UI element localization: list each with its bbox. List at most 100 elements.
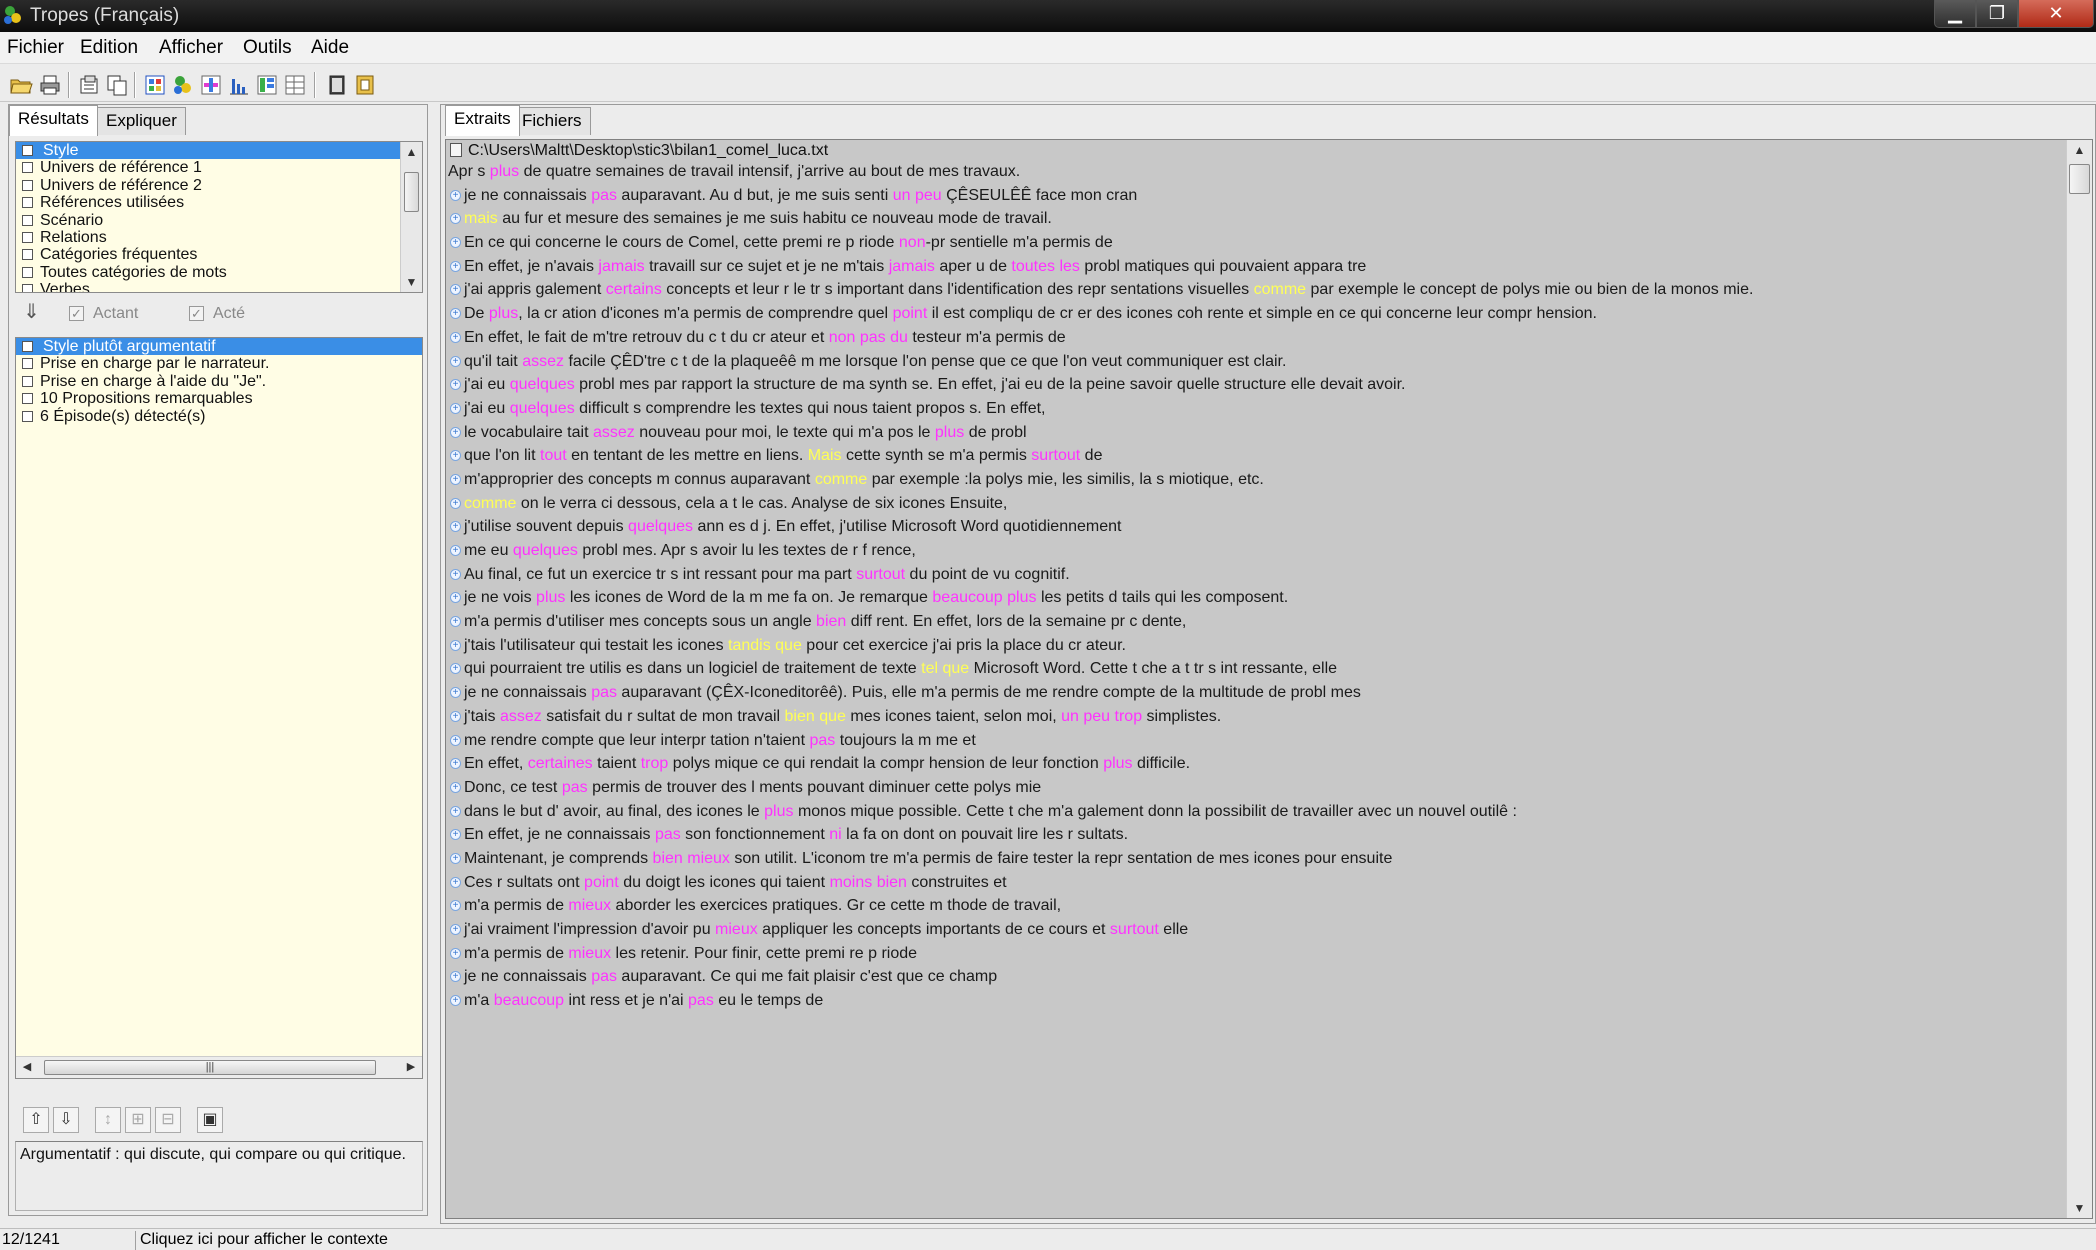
checkbox-icon[interactable] [22,375,33,387]
tab-extraits[interactable]: Extraits [445,105,520,136]
expand-context-icon[interactable]: + [450,545,461,556]
extract-line[interactable]: + je ne connaissais pas auparavant (ÇÊX-I… [446,682,2066,706]
table-view-icon[interactable] [282,72,306,96]
expand-context-icon[interactable]: + [450,308,461,320]
expand-context-icon[interactable]: + [450,331,461,343]
results-list-item[interactable]: Univers de référence 2 [16,177,422,194]
extract-line[interactable]: + comme on le verra ci dessous, cela a t … [446,493,2066,517]
checkbox-icon[interactable] [22,231,33,243]
close-button[interactable]: ✕ [2018,0,2094,28]
actors-graph-icon[interactable] [254,72,278,96]
extract-line[interactable]: + En effet, le fait de m'tre retrouv du c… [446,327,2066,351]
extract-line[interactable]: + je ne connaissais pas auparavant. Au d … [446,185,2066,209]
checkbox-icon[interactable] [22,249,33,261]
menu-afficher[interactable]: Afficher [159,37,223,59]
expand-context-icon[interactable]: + [450,426,461,438]
extract-line[interactable]: + En ce qui concerne le cours de Comel, c… [446,232,2066,256]
expand-context-icon[interactable]: + [450,355,461,367]
extract-line[interactable]: + En effet, je ne connaissais pas son fon… [446,824,2066,848]
minimize-button[interactable]: ▁ [1934,0,1976,28]
expand-context-icon[interactable]: + [450,805,461,817]
expand-context-icon[interactable]: + [450,758,461,770]
extract-line[interactable]: + Au final, ce fut un exercice tr s int r… [446,564,2066,588]
expand-context-icon[interactable]: + [450,924,461,935]
extract-line[interactable]: + dans le but d' avoir, au final, des ico… [446,801,2066,825]
results-list-item[interactable]: Références utilisées [16,194,422,211]
bar-chart-icon[interactable] [226,72,250,96]
expand-context-icon[interactable]: + [450,734,461,746]
checkbox-icon[interactable] [22,393,33,405]
scroll-thumb[interactable]: ||| [44,1060,376,1075]
expand-icon[interactable]: ⊞ [125,1107,151,1133]
scroll-up-icon[interactable]: ▲ [401,142,422,162]
extract-line[interactable]: + j'tais assez satisfait du r sultat de m… [446,706,2066,730]
expand-context-icon[interactable]: + [450,473,461,485]
checkbox-icon[interactable] [22,410,33,422]
scroll-down-icon[interactable]: ▼ [2067,1198,2092,1218]
results-list-item[interactable]: Scénario [16,212,422,229]
results-list-item[interactable]: Toutes catégories de mots [16,264,422,281]
extract-line[interactable]: + m'a beaucoup int ress et je n'ai pas eu… [446,990,2066,1014]
extract-line[interactable]: + me eu quelques probl mes. Apr s avoir l… [446,540,2066,564]
expand-context-icon[interactable]: + [450,995,461,1007]
expand-context-icon[interactable]: + [450,568,461,580]
extract-line[interactable]: + En effet, certaines taient trop polys m… [446,753,2066,777]
maximize-button[interactable]: ❐ [1976,0,2018,28]
expand-context-icon[interactable]: + [450,521,461,533]
open-folder-icon[interactable] [8,72,33,96]
extract-line[interactable]: + j'ai appris galement certains concepts … [446,279,2066,303]
scroll-thumb[interactable] [404,172,419,212]
extract-line[interactable]: + Maintenant, je comprends bien mieux son… [446,848,2066,872]
dictionary-icon[interactable] [352,72,376,96]
menu-outils[interactable]: Outils [243,37,292,59]
extracts-area[interactable]: C:\Users\Maltt\Desktop\stic3\bilan1_come… [445,139,2093,1219]
properties-icon[interactable] [76,72,100,96]
extract-line[interactable]: Apr s plus de quatre semaines de travail… [446,161,2066,185]
checkbox-icon[interactable] [22,266,33,278]
style-list-item[interactable]: Prise en charge par le narrateur. [16,355,422,372]
expand-context-icon[interactable]: + [450,284,461,296]
extracts-scrollbar[interactable]: ▲ ▼ [2066,140,2092,1218]
tab-fichiers[interactable]: Fichiers [513,107,591,135]
extract-line[interactable]: + m'a permis d'utiliser mes concepts sous… [446,611,2066,635]
expand-context-icon[interactable]: + [450,402,461,414]
copy-icon[interactable] [104,72,128,96]
extract-line[interactable]: + En effet, je n'avais jamais travaill su… [446,256,2066,280]
menu-fichier[interactable]: Fichier [7,37,64,59]
extract-line[interactable]: + mais au fur et mesure des semaines je m… [446,208,2066,232]
expand-context-icon[interactable]: + [450,189,461,201]
style-list-item[interactable]: Style plutôt argumentatif [16,338,422,356]
extract-line[interactable]: + me rendre compte que leur interpr tatio… [446,730,2066,754]
results-list-item[interactable]: Univers de référence 1 [16,159,422,176]
grid-view-icon[interactable] [142,72,166,96]
expand-context-icon[interactable]: + [450,710,461,722]
arrow-down-icon[interactable]: ⇓ [23,299,40,324]
extract-line[interactable]: + je ne connaissais pas auparavant. Ce qu… [446,966,2066,990]
expand-context-icon[interactable]: + [450,260,461,272]
checkbox-icon[interactable] [22,214,33,226]
checkbox-icon[interactable] [22,284,33,292]
results-list-item[interactable]: Relations [16,229,422,246]
extract-line[interactable]: + que l'on lit tout en tentant de les met… [446,445,2066,469]
collapse-icon[interactable]: ⊟ [155,1107,181,1133]
extract-line[interactable]: + j'ai eu quelques probl mes par rapport … [446,374,2066,398]
results-list-item[interactable]: Style [16,142,422,160]
acte-checkbox[interactable]: ✓ [189,306,204,321]
style-list-item[interactable]: 6 Épisode(s) détecté(s) [16,408,422,425]
extract-line[interactable]: + le vocabulaire tait assez nouveau pour … [446,422,2066,446]
expand-context-icon[interactable]: + [450,450,461,462]
extract-line[interactable]: + j'utilise souvent depuis quelques ann e… [446,516,2066,540]
actant-checkbox[interactable]: ✓ [69,306,84,321]
expand-context-icon[interactable]: + [450,237,461,249]
menu-edition[interactable]: Edition [80,37,138,59]
expand-context-icon[interactable]: + [450,781,461,793]
expand-context-icon[interactable]: + [450,876,461,888]
expand-context-icon[interactable]: + [450,379,461,391]
print-icon[interactable] [37,72,61,96]
extract-line[interactable]: + qu'il tait assez facile ÇÊD'tre c t de … [446,351,2066,375]
extract-line[interactable]: + m'a permis de mieux les retenir. Pour f… [446,943,2066,967]
extract-line[interactable]: + m'approprier des concepts m connus aupa… [446,469,2066,493]
down-arrow-icon[interactable]: ⇩ [53,1107,79,1133]
expand-context-icon[interactable]: + [450,687,461,699]
checkbox-icon[interactable] [22,197,33,209]
